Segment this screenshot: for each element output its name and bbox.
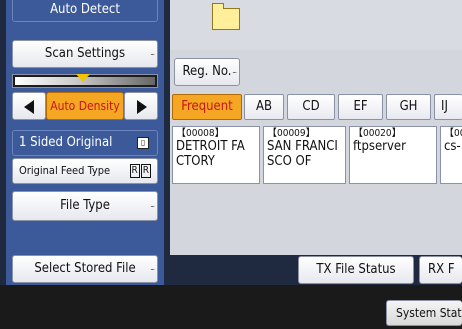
tab-cd[interactable]: CD <box>287 94 335 120</box>
tab-cd-label: CD <box>302 99 320 114</box>
density-scale <box>12 74 158 88</box>
entry-name-line1: SAN FRANCI <box>267 139 338 154</box>
destination-entry[interactable]: 【00020】 ftpserver <box>349 126 437 184</box>
entry-name-line1: ftpserver <box>353 139 406 154</box>
tab-frequent[interactable]: Frequent <box>172 94 242 120</box>
rx-file-status-label: RX F <box>428 262 455 277</box>
entry-name-line2: SCO OF <box>267 154 312 169</box>
entry-number: 【00 <box>444 128 462 139</box>
density-lighter-button[interactable] <box>12 92 46 120</box>
system-status-label: System Statu <box>396 306 462 320</box>
entry-name-line1: DETROIT FA <box>176 139 245 154</box>
entry-number: 【00008】 <box>176 128 225 139</box>
auto-detect-label: Auto Detect <box>50 2 120 17</box>
sided-original-button[interactable]: 1 Sided Original ▯ <box>12 130 158 156</box>
tab-ef[interactable]: EF <box>338 94 383 120</box>
destination-entry[interactable]: 【00 cs- <box>440 126 462 184</box>
destination-entry[interactable]: 【00009】 SAN FRANCI SCO OF <box>263 126 346 184</box>
tab-gh-label: GH <box>399 99 418 114</box>
more-icon: ... <box>150 48 155 57</box>
tab-ef-label: EF <box>353 99 368 114</box>
folder-icon <box>212 3 240 30</box>
scan-settings-button[interactable]: Scan Settings ... <box>12 40 158 68</box>
tab-ij[interactable]: IJ <box>434 94 462 120</box>
file-type-button[interactable]: File Type ... <box>12 191 158 221</box>
reg-no-button[interactable]: Reg. No. ... <box>174 58 240 86</box>
preview-area <box>170 0 462 50</box>
destination-entry[interactable]: 【00008】 DETROIT FA CTORY <box>172 126 260 184</box>
auto-density-button[interactable]: Auto Density <box>46 92 124 120</box>
tab-ab-label: AB <box>255 99 273 114</box>
tx-file-status-button[interactable]: TX File Status <box>298 256 414 284</box>
entry-number: 【00020】 <box>353 128 402 139</box>
arrow-left-icon <box>24 100 34 114</box>
tab-frequent-label: Frequent <box>181 99 233 114</box>
original-feed-type-button[interactable]: Original Feed Type RR <box>12 158 158 184</box>
auto-detect-button[interactable]: Auto Detect <box>12 0 158 22</box>
more-icon: ... <box>232 66 237 75</box>
select-stored-file-button[interactable]: Select Stored File ... <box>12 255 158 283</box>
rx-file-status-button[interactable]: RX F <box>419 256 462 284</box>
duplex-page-icon: ▯ <box>137 137 149 149</box>
density-darker-button[interactable] <box>124 92 158 120</box>
reg-no-label: Reg. No. <box>182 64 232 79</box>
more-icon: ... <box>150 263 155 272</box>
tab-ab[interactable]: AB <box>244 94 284 120</box>
entry-number: 【00009】 <box>267 128 316 139</box>
select-stored-file-label: Select Stored File <box>34 261 136 276</box>
tx-file-status-label: TX File Status <box>316 262 396 277</box>
tab-gh[interactable]: GH <box>386 94 431 120</box>
arrow-right-icon <box>137 100 147 114</box>
entry-name-line2: CTORY <box>176 154 215 169</box>
entry-name-line1: cs- <box>444 139 461 154</box>
original-feed-type-label: Original Feed Type <box>19 164 111 177</box>
auto-density-label: Auto Density <box>50 99 120 113</box>
system-status-button[interactable]: System Statu <box>386 300 462 326</box>
scan-settings-label: Scan Settings <box>44 46 126 61</box>
more-icon: ... <box>150 200 155 209</box>
file-type-label: File Type <box>60 198 110 213</box>
tab-ij-label: IJ <box>441 99 448 114</box>
feed-orientation-icon: RR <box>129 164 151 178</box>
sided-original-label: 1 Sided Original <box>19 135 113 150</box>
density-indicator-icon <box>76 74 90 82</box>
